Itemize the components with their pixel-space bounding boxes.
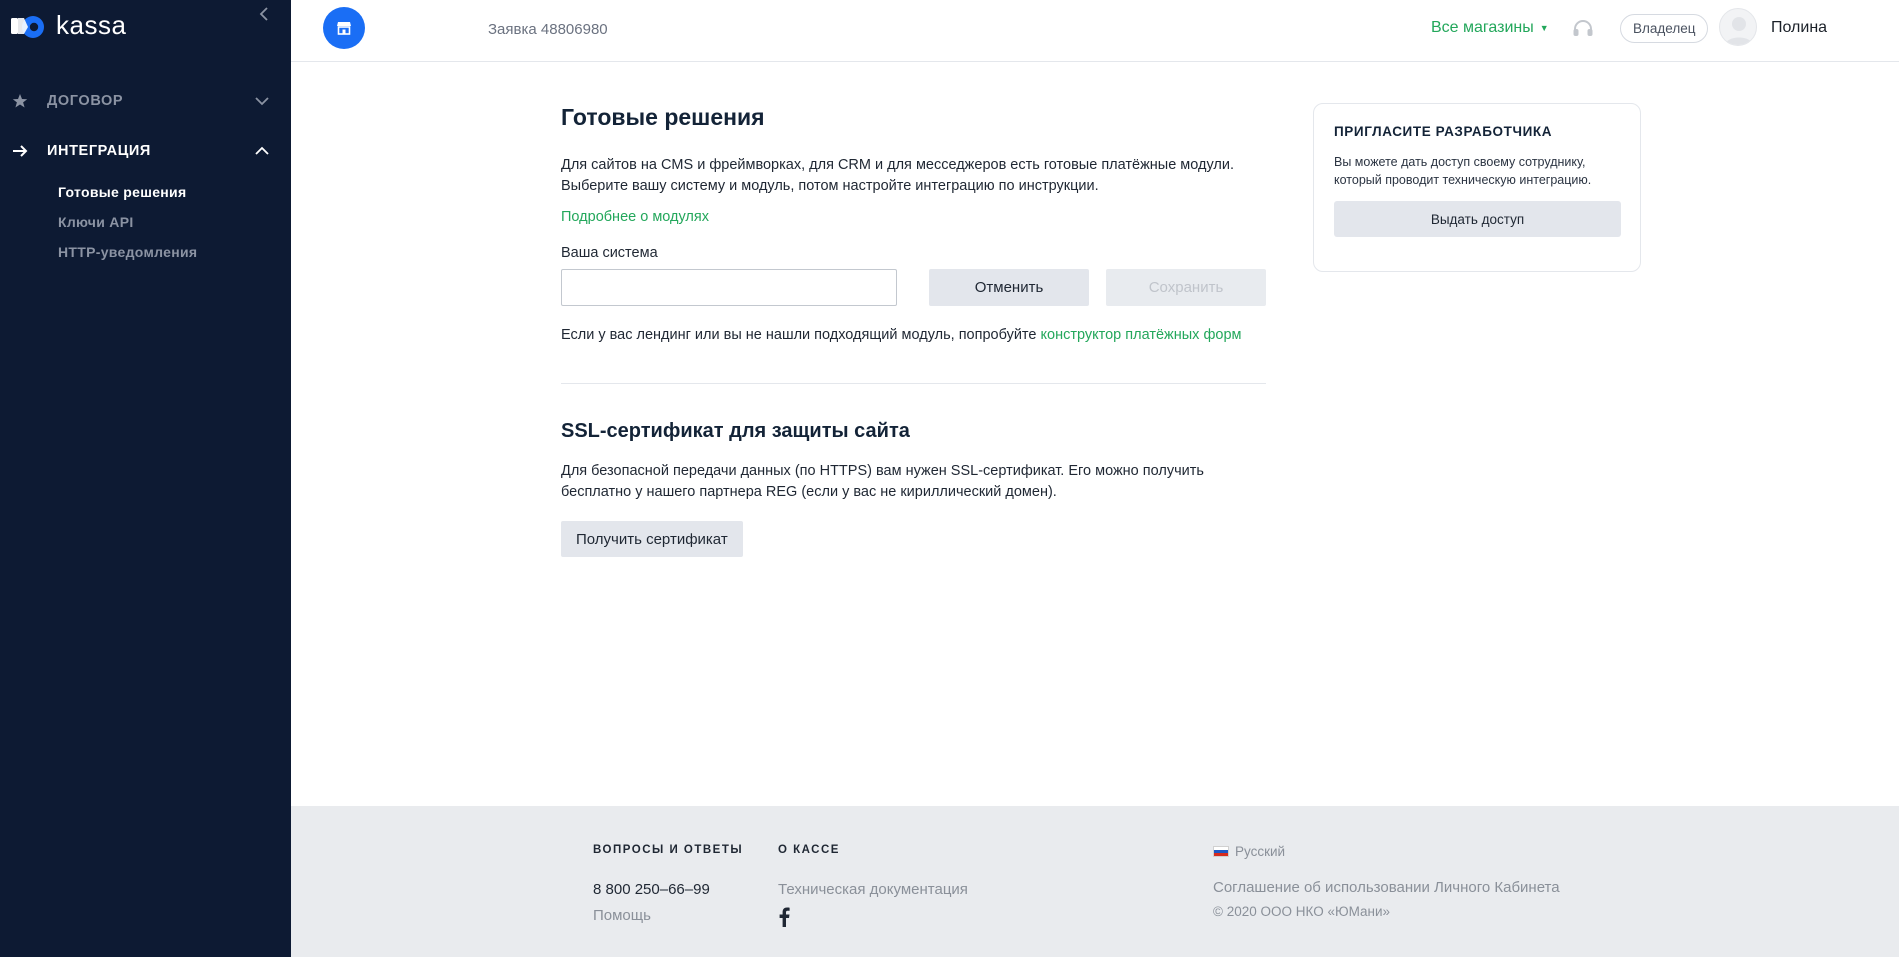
sidebar-section-label: Интеграция xyxy=(47,143,151,159)
stores-dropdown[interactable]: Все магазины ▼ xyxy=(1431,19,1549,37)
sidebar-item-ready-solutions[interactable]: Готовые решения xyxy=(58,184,186,200)
arrow-right-icon xyxy=(10,141,30,161)
chevron-down-icon xyxy=(252,91,272,111)
footer-about-heading: О кассе xyxy=(778,844,840,856)
user-agreement-link[interactable]: Соглашение об использовании Личного Каби… xyxy=(1213,879,1560,896)
landing-hint-text: Если у вас лендинг или вы не нашли подхо… xyxy=(561,327,1037,343)
footer-help-link[interactable]: Помощь xyxy=(593,907,743,924)
intro-text: Для сайтов на CMS и фреймворках, для CRM… xyxy=(561,157,1234,194)
system-input[interactable] xyxy=(561,269,897,306)
modules-more-link[interactable]: Подробнее о модулях xyxy=(561,209,1266,225)
user-avatar-icon xyxy=(1725,17,1753,45)
support-headset-icon[interactable] xyxy=(1570,16,1596,42)
chevron-up-icon xyxy=(252,141,272,161)
sidebar-section-dogovor[interactable]: Договор xyxy=(0,81,291,121)
footer-faq-heading: Вопросы и ответы xyxy=(593,844,744,856)
store-icon xyxy=(337,22,351,35)
language-label: Русский xyxy=(1235,844,1286,859)
grant-access-button[interactable]: Выдать доступ xyxy=(1334,201,1621,237)
system-field-label: Ваша система xyxy=(561,245,658,261)
footer-about-column: О кассе Техническая документация xyxy=(778,844,968,928)
footer-faq-column: Вопросы и ответы 8 800 250–66–99 Помощь xyxy=(593,844,743,924)
footer: Вопросы и ответы 8 800 250–66–99 Помощь … xyxy=(291,806,1899,957)
section-divider xyxy=(561,383,1266,384)
kassa-logo[interactable]: kassa xyxy=(10,9,127,42)
copyright: © 2020 ООО НКО «ЮМани» xyxy=(1213,904,1391,919)
invite-developer-card: Пригласите разработчика Вы можете дать д… xyxy=(1313,103,1641,272)
main-content: Готовые решения Для сайтов на CMS и фрей… xyxy=(561,104,1266,557)
stores-dropdown-label: Все магазины xyxy=(1431,19,1534,36)
sidebar-item-http-notifications[interactable]: HTTP-уведомления xyxy=(58,244,197,260)
yoomoney-logo-icon xyxy=(10,12,50,42)
ssl-section-title: SSL-сертификат для защиты сайта xyxy=(561,420,910,442)
sidebar: kassa Договор Интеграция Готовые решения… xyxy=(0,0,291,957)
order-number: Заявка 48806980 xyxy=(488,21,608,38)
invite-card-title: Пригласите разработчика xyxy=(1334,124,1553,139)
sidebar-collapse-button[interactable] xyxy=(254,2,274,26)
user-name[interactable]: Полина xyxy=(1771,19,1827,37)
language-selector[interactable]: Русский xyxy=(1213,844,1560,859)
shop-button[interactable] xyxy=(323,7,365,49)
sidebar-section-label: Договор xyxy=(47,93,124,109)
russia-flag-icon xyxy=(1213,846,1229,857)
footer-legal-column: Русский Соглашение об использовании Личн… xyxy=(1213,844,1560,919)
chevron-left-icon xyxy=(259,7,268,21)
footer-tech-docs-link[interactable]: Техническая документация xyxy=(778,881,968,898)
role-badge[interactable]: Владелец xyxy=(1620,14,1709,43)
invite-card-text: Вы можете дать доступ своему сотруднику,… xyxy=(1334,155,1592,187)
cancel-button[interactable]: Отменить xyxy=(929,269,1089,306)
save-button[interactable]: Сохранить xyxy=(1106,269,1266,306)
logo-text: kassa xyxy=(56,9,127,40)
top-header: Заявка 48806980 Все магазины ▼ Владелец … xyxy=(291,0,1899,62)
footer-phone: 8 800 250–66–99 xyxy=(593,881,710,898)
caret-down-icon: ▼ xyxy=(1539,23,1549,33)
sidebar-item-api-keys[interactable]: Ключи API xyxy=(58,214,134,230)
sidebar-section-integration[interactable]: Интеграция xyxy=(0,131,291,171)
star-icon xyxy=(10,91,30,111)
get-certificate-button[interactable]: Получить сертификат xyxy=(561,521,743,557)
facebook-icon[interactable] xyxy=(778,906,798,928)
payment-form-builder-link[interactable]: конструктор платёжных форм xyxy=(1041,327,1242,343)
page-title: Готовые решения xyxy=(561,104,765,130)
landing-hint: Если у вас лендинг или вы не нашли подхо… xyxy=(561,327,1266,343)
system-form-row: Отменить Сохранить xyxy=(561,269,1266,307)
ssl-text: Для безопасной передачи данных (по HTTPS… xyxy=(561,463,1204,500)
avatar[interactable] xyxy=(1719,8,1757,46)
